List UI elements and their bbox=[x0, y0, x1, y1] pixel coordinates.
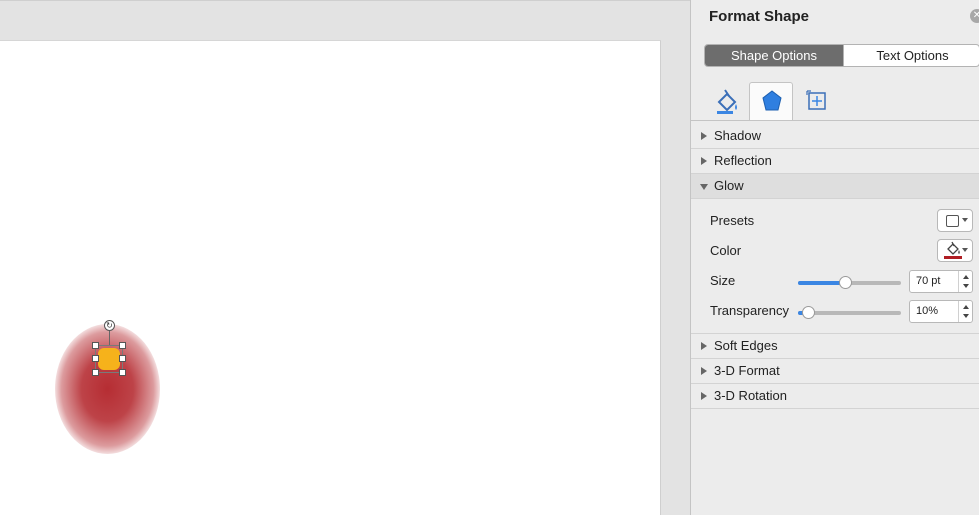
collapse-arrow-icon bbox=[700, 184, 708, 190]
transparency-slider-thumb[interactable] bbox=[802, 306, 815, 319]
expand-arrow-icon bbox=[701, 157, 707, 165]
color-dropdown[interactable] bbox=[937, 239, 973, 262]
expand-arrow-icon bbox=[701, 367, 707, 375]
slide-canvas[interactable] bbox=[0, 40, 661, 515]
text-options-tab[interactable]: Text Options bbox=[843, 45, 979, 66]
close-icon[interactable]: ✕ bbox=[970, 9, 979, 23]
glow-section-header[interactable]: Glow bbox=[691, 174, 979, 199]
section-label: Glow bbox=[714, 178, 744, 193]
size-spinner[interactable]: 70 pt bbox=[909, 270, 973, 293]
options-segmented-control: Shape Options Text Options bbox=[704, 44, 979, 67]
size-slider[interactable] bbox=[798, 276, 901, 289]
chevron-down-icon bbox=[962, 218, 968, 222]
spin-down-icon[interactable] bbox=[963, 284, 969, 288]
tabs-divider bbox=[691, 120, 979, 121]
size-label: Size bbox=[710, 273, 736, 288]
spin-up-icon[interactable] bbox=[963, 275, 969, 279]
color-label: Color bbox=[710, 243, 742, 258]
resize-handle-top-left[interactable] bbox=[92, 342, 99, 349]
pane-title: Format Shape bbox=[709, 8, 810, 25]
size-properties-icon bbox=[806, 90, 826, 110]
soft-edges-section-header[interactable]: Soft Edges bbox=[691, 334, 979, 359]
shape-glow-effect bbox=[55, 324, 160, 454]
section-label: Reflection bbox=[714, 153, 772, 168]
selected-color-swatch bbox=[944, 256, 962, 259]
3d-format-section-header[interactable]: 3-D Format bbox=[691, 359, 979, 384]
section-label: Soft Edges bbox=[714, 338, 778, 353]
expand-arrow-icon bbox=[701, 342, 707, 350]
resize-handle-left[interactable] bbox=[92, 355, 99, 362]
spin-up-icon[interactable] bbox=[963, 305, 969, 309]
resize-handle-top-right[interactable] bbox=[119, 342, 126, 349]
fill-line-icon bbox=[717, 89, 737, 114]
section-label: 3-D Format bbox=[714, 363, 780, 378]
expand-arrow-icon bbox=[701, 132, 707, 140]
size-value[interactable]: 70 pt bbox=[916, 275, 940, 287]
paint-bucket-icon bbox=[947, 241, 960, 255]
expand-arrow-icon bbox=[701, 392, 707, 400]
reflection-section-header[interactable]: Reflection bbox=[691, 149, 979, 174]
preset-swatch-icon bbox=[946, 215, 959, 227]
3d-rotation-section-header[interactable]: 3-D Rotation bbox=[691, 384, 979, 409]
section-label: Shadow bbox=[714, 128, 761, 143]
rotation-stem bbox=[109, 331, 110, 345]
selected-shape[interactable] bbox=[92, 342, 126, 376]
spin-down-icon[interactable] bbox=[963, 314, 969, 318]
format-shape-pane: Format Shape ✕ Shape Options Text Option… bbox=[690, 0, 979, 515]
resize-handle-bottom-left[interactable] bbox=[92, 369, 99, 376]
transparency-spinner[interactable]: 10% bbox=[909, 300, 973, 323]
presets-dropdown[interactable] bbox=[937, 209, 973, 232]
fill-line-tab[interactable] bbox=[705, 82, 749, 120]
shape-options-tab[interactable]: Shape Options bbox=[705, 45, 843, 66]
effects-icon bbox=[762, 90, 782, 111]
size-slider-fill bbox=[798, 281, 845, 285]
glow-section-body: Presets Color Size 70 pt Transparency 10… bbox=[691, 199, 979, 334]
shadow-section-header[interactable]: Shadow bbox=[691, 124, 979, 149]
resize-handle-right[interactable] bbox=[119, 355, 126, 362]
transparency-slider[interactable] bbox=[798, 306, 901, 319]
app-window: ↻ Format Shape ✕ Shape Options Text Opti… bbox=[0, 0, 979, 515]
size-slider-thumb[interactable] bbox=[839, 276, 852, 289]
spinner-arrows[interactable] bbox=[958, 301, 972, 322]
transparency-label: Transparency bbox=[710, 303, 789, 318]
transparency-value[interactable]: 10% bbox=[916, 305, 938, 317]
presets-label: Presets bbox=[710, 213, 755, 228]
section-label: 3-D Rotation bbox=[714, 388, 787, 403]
spinner-arrows[interactable] bbox=[958, 271, 972, 292]
chevron-down-icon bbox=[962, 248, 968, 252]
effects-tab[interactable] bbox=[749, 82, 793, 120]
slide-editor-area: ↻ bbox=[0, 0, 690, 515]
resize-handle-bottom-right[interactable] bbox=[119, 369, 126, 376]
size-properties-tab[interactable] bbox=[793, 82, 837, 120]
rotate-handle-icon[interactable]: ↻ bbox=[104, 320, 115, 331]
